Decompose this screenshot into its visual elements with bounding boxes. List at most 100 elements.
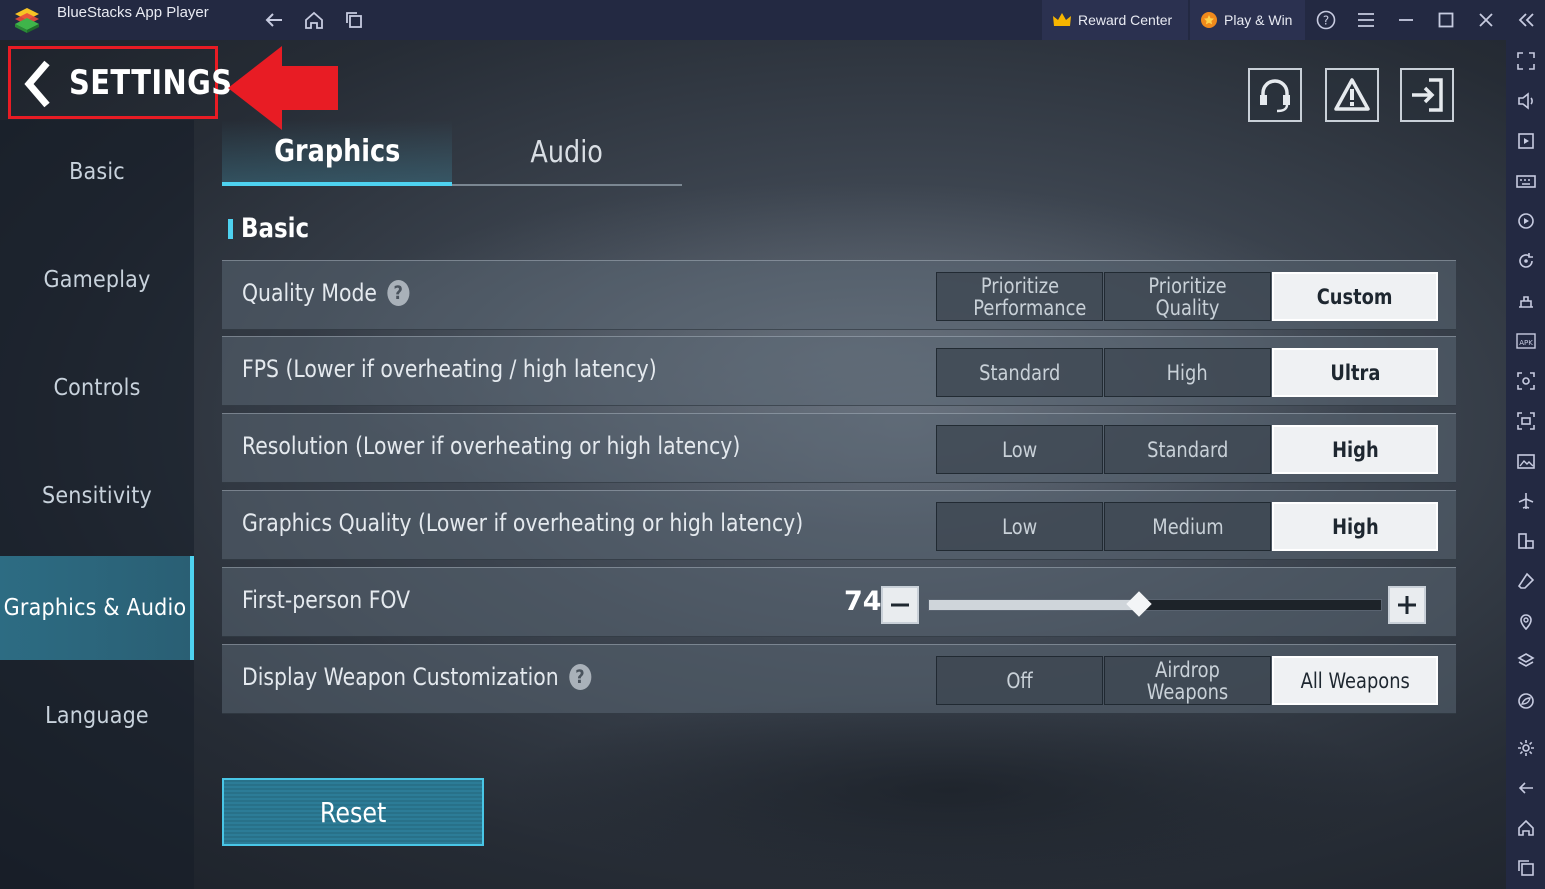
minimize-icon[interactable]	[1394, 8, 1418, 32]
fov-slider[interactable]	[928, 591, 1382, 617]
exit-button[interactable]	[1400, 68, 1454, 122]
setting-row-fps: FPS (Lower if overheating / high latency…	[222, 336, 1456, 406]
nav-item-controls[interactable]: Controls	[0, 336, 194, 440]
background-shadow	[500, 690, 1400, 889]
help-icon[interactable]: ?	[1314, 8, 1338, 32]
settings-nav: Basic Gameplay Controls Sensitivity Grap…	[0, 120, 194, 889]
title-bar: BlueStacks App Player Reward Center Play…	[0, 0, 1545, 40]
page-title: SETTINGS	[69, 63, 233, 103]
option-medium[interactable]: Medium	[1104, 502, 1271, 551]
bluestacks-logo-icon	[15, 8, 39, 33]
keyboard-icon[interactable]	[1515, 170, 1537, 192]
right-toolbar: APK	[1506, 40, 1545, 889]
volume-icon[interactable]	[1515, 90, 1537, 112]
reward-center-button[interactable]: Reward Center	[1042, 0, 1188, 40]
layers-icon[interactable]	[1515, 650, 1537, 672]
option-all-weapons[interactable]: All Weapons	[1272, 656, 1438, 705]
location-icon[interactable]	[1515, 610, 1537, 632]
game-controls-icon[interactable]	[1515, 290, 1537, 312]
recent-apps-icon[interactable]	[1515, 857, 1537, 879]
reward-center-label: Reward Center	[1078, 12, 1173, 28]
option-standard[interactable]: Standard	[936, 348, 1103, 397]
help-icon[interactable]: ?	[387, 280, 410, 306]
multi-instance-sync-icon[interactable]	[1515, 530, 1537, 552]
option-high[interactable]: High	[1104, 348, 1271, 397]
setting-label: First-person FOV	[242, 586, 411, 614]
back-icon[interactable]	[1515, 777, 1537, 799]
maximize-icon[interactable]	[1434, 8, 1458, 32]
app-title: BlueStacks App Player	[57, 4, 209, 21]
option-standard[interactable]: Standard	[1104, 425, 1271, 474]
tab-audio[interactable]: Audio	[452, 120, 682, 186]
report-icon	[1334, 78, 1370, 111]
settings-header-highlight: SETTINGS	[8, 46, 232, 119]
fullscreen-icon[interactable]	[1515, 50, 1537, 72]
setting-row-weapon-customization: Display Weapon Customization? Off Airdro…	[222, 644, 1456, 714]
minus-icon	[891, 603, 909, 607]
record-icon[interactable]	[1515, 410, 1537, 432]
setting-label: FPS (Lower if overheating / high latency…	[242, 355, 657, 383]
media-folder-icon[interactable]	[1515, 450, 1537, 472]
exit-icon	[1412, 78, 1443, 112]
airplane-icon[interactable]	[1515, 490, 1537, 512]
setting-label: Display Weapon Customization?	[242, 663, 591, 691]
nav-item-language[interactable]: Language	[0, 664, 194, 768]
close-icon[interactable]	[1474, 8, 1498, 32]
menu-icon[interactable]	[1354, 8, 1378, 32]
option-high[interactable]: High	[1272, 502, 1438, 551]
coin-icon	[1201, 12, 1217, 28]
option-low[interactable]: Low	[936, 425, 1103, 474]
option-airdrop-weapons[interactable]: Airdrop Weapons	[1104, 656, 1271, 705]
nav-item-basic[interactable]: Basic	[0, 120, 194, 224]
customer-service-icon	[1260, 79, 1290, 113]
option-high[interactable]: High	[1272, 425, 1438, 474]
fov-slider-handle[interactable]	[1126, 591, 1152, 617]
collapse-sidebar-icon[interactable]	[1514, 8, 1538, 32]
play-win-label: Play & Win	[1224, 12, 1293, 28]
setting-label: Resolution (Lower if overheating or high…	[242, 432, 741, 460]
setting-row-resolution: Resolution (Lower if overheating or high…	[222, 413, 1456, 483]
media-icon[interactable]	[1515, 130, 1537, 152]
rotate-icon[interactable]	[1515, 250, 1537, 272]
setting-row-fov: First-person FOV 74	[222, 567, 1456, 637]
option-prioritize-quality[interactable]: Prioritize Quality	[1104, 272, 1271, 321]
back-icon[interactable]	[262, 8, 286, 32]
tab-graphics[interactable]: Graphics	[222, 120, 452, 186]
reset-button[interactable]: Reset	[222, 778, 484, 846]
multi-instance-icon[interactable]	[342, 8, 366, 32]
plus-icon	[1398, 596, 1416, 614]
option-low[interactable]: Low	[936, 502, 1103, 551]
option-custom[interactable]: Custom	[1272, 272, 1438, 321]
fov-increase-button[interactable]	[1388, 586, 1426, 624]
fov-slider-fill	[929, 600, 1140, 610]
nav-item-graphics-audio[interactable]: Graphics & Audio	[0, 556, 194, 660]
apk-icon[interactable]: APK	[1515, 330, 1537, 352]
option-prioritize-performance[interactable]: Prioritize Performance	[936, 272, 1103, 321]
settings-icon[interactable]	[1515, 737, 1537, 759]
eco-mode-icon[interactable]	[1515, 690, 1537, 712]
help-icon[interactable]: ?	[568, 664, 591, 690]
fov-decrease-button[interactable]	[881, 586, 919, 624]
option-ultra[interactable]: Ultra	[1272, 348, 1438, 397]
nav-item-gameplay[interactable]: Gameplay	[0, 228, 194, 332]
fov-value: 74	[844, 586, 882, 617]
back-chevron-icon[interactable]	[21, 59, 55, 109]
game-screen: Basic Gameplay Controls Sensitivity Grap…	[0, 40, 1506, 889]
section-accent-bar	[228, 218, 233, 239]
option-off[interactable]: Off	[936, 656, 1103, 705]
customer-service-button[interactable]	[1248, 68, 1302, 122]
nav-item-sensitivity[interactable]: Sensitivity	[0, 444, 194, 548]
macro-icon[interactable]	[1515, 210, 1537, 232]
setting-row-graphics-quality: Graphics Quality (Lower if overheating o…	[222, 490, 1456, 560]
setting-label: Graphics Quality (Lower if overheating o…	[242, 509, 804, 537]
svg-text:?: ?	[1323, 14, 1329, 28]
eraser-icon[interactable]	[1515, 570, 1537, 592]
svg-text:APK: APK	[1519, 339, 1533, 347]
home-icon[interactable]	[302, 8, 326, 32]
red-arrow-annotation-icon	[228, 46, 338, 130]
report-button[interactable]	[1325, 68, 1379, 122]
crown-icon	[1053, 13, 1071, 26]
home-icon[interactable]	[1515, 817, 1537, 839]
play-win-button[interactable]: Play & Win	[1190, 0, 1305, 40]
screenshot-icon[interactable]	[1515, 370, 1537, 392]
